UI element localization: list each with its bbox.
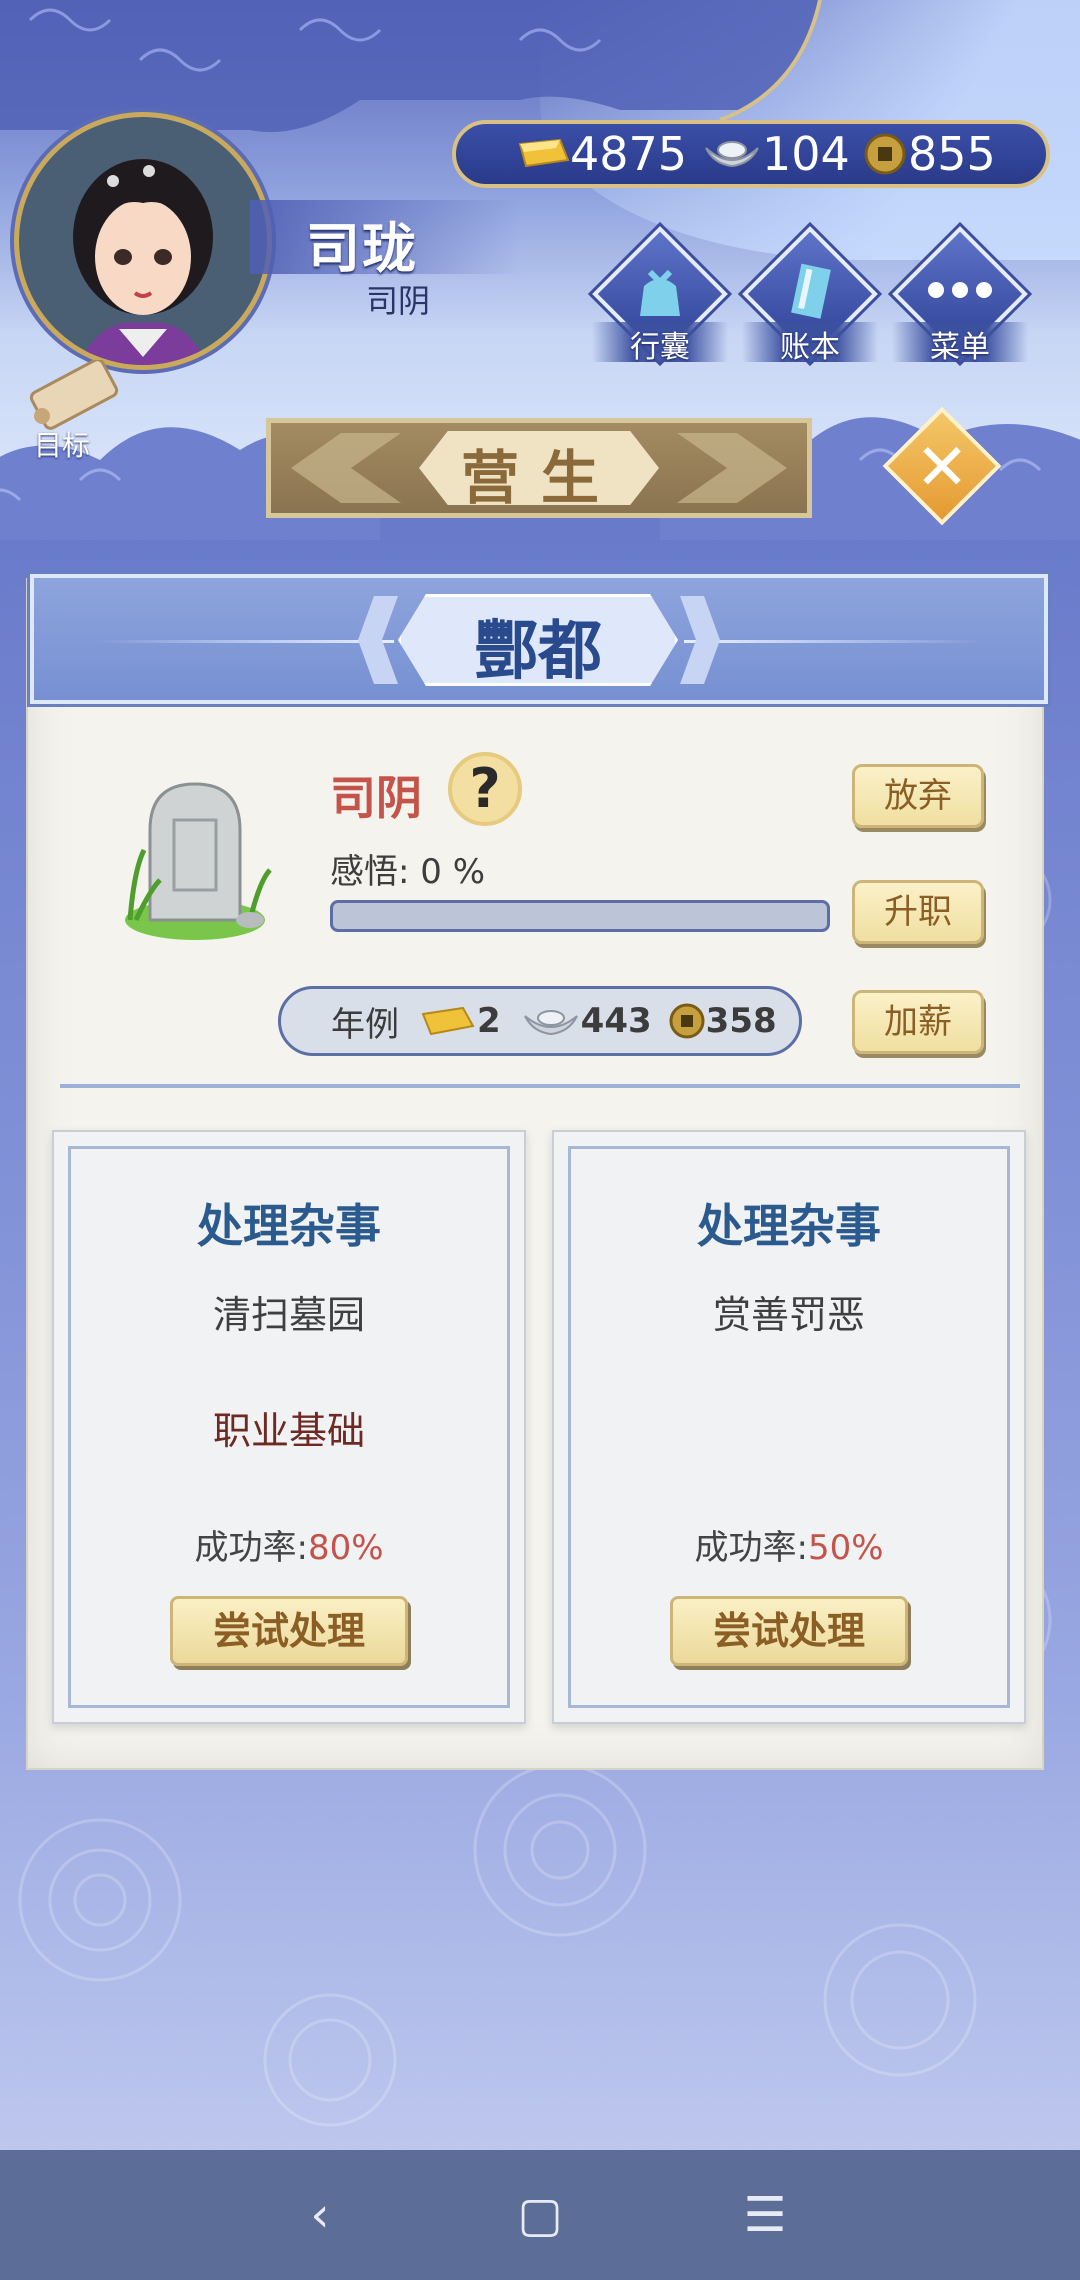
insight-progress-bar bbox=[330, 900, 830, 932]
scroll-icon bbox=[29, 360, 119, 430]
task-card: 处理杂事 赏善罚恶 成功率:50% 尝试处理 bbox=[552, 1130, 1026, 1724]
task-title: 处理杂事 bbox=[197, 1199, 381, 1253]
copper-coin-icon bbox=[669, 1003, 705, 1039]
bag-button[interactable]: 行囊 bbox=[592, 226, 728, 366]
insight-value: 0 % bbox=[420, 852, 486, 892]
header-line-right bbox=[684, 640, 984, 643]
salary-coin: 358 bbox=[705, 1001, 777, 1041]
bag-glyph-icon bbox=[640, 269, 680, 316]
rate-value: 50% bbox=[807, 1528, 884, 1568]
gold-bar-icon bbox=[518, 138, 570, 168]
tombstone-icon bbox=[110, 770, 280, 950]
rate-value: 80% bbox=[307, 1528, 384, 1568]
bag-label: 行囊 bbox=[630, 330, 690, 365]
salary-gold: 2 bbox=[477, 1001, 501, 1041]
task-card: 处理杂事 清扫墓园 职业基础 成功率:80% 尝试处理 bbox=[52, 1130, 526, 1724]
help-icon[interactable]: ? bbox=[448, 752, 522, 826]
rate-label: 成功率: bbox=[194, 1528, 308, 1568]
menu-label: 菜单 bbox=[930, 330, 990, 365]
silver-currency: 104 bbox=[702, 124, 850, 184]
job-name: 司阴 bbox=[330, 771, 422, 825]
screen-title-banner: 营生 bbox=[266, 418, 812, 518]
silver-amount: 104 bbox=[762, 127, 850, 181]
insight-label: 感悟: 0 % bbox=[330, 844, 485, 893]
salary-silver: 443 bbox=[580, 1001, 652, 1041]
task-success-rate: 成功率:50% bbox=[554, 1520, 1024, 1569]
task-requirement: 职业基础 bbox=[212, 1409, 365, 1453]
try-task-button[interactable]: 尝试处理 bbox=[170, 1596, 408, 1666]
abandon-button[interactable]: 放弃 bbox=[852, 764, 984, 828]
annual-salary: 年例 2 443 358 bbox=[278, 986, 802, 1056]
task-subtitle: 赏善罚恶 bbox=[712, 1293, 865, 1337]
gold-amount: 4875 bbox=[570, 127, 688, 181]
promote-button[interactable]: 升职 bbox=[852, 880, 984, 944]
copper-coin-icon bbox=[864, 133, 906, 175]
player-title: 司阴 bbox=[366, 282, 431, 320]
raise-salary-button[interactable]: 加薪 bbox=[852, 990, 984, 1054]
player-name: 司珑 bbox=[306, 217, 418, 280]
goal-button[interactable]: 目标 bbox=[16, 360, 119, 462]
header-line-left bbox=[94, 640, 394, 643]
section-divider bbox=[60, 1084, 1020, 1088]
goal-label: 目标 bbox=[34, 429, 91, 462]
menu-button[interactable]: 菜单 bbox=[892, 226, 1028, 366]
back-icon[interactable]: ‹ bbox=[260, 2150, 380, 2280]
player-avatar[interactable] bbox=[14, 112, 272, 370]
insight-label-text: 感悟: bbox=[330, 852, 410, 892]
ledger-label: 账本 bbox=[780, 330, 840, 365]
dots-icon bbox=[928, 282, 992, 298]
menu-icon[interactable]: ☰ bbox=[705, 2150, 825, 2280]
home-icon[interactable]: ▢ bbox=[480, 2150, 600, 2280]
rate-label: 成功率: bbox=[694, 1528, 808, 1568]
silver-ingot-icon bbox=[705, 141, 759, 168]
task-title: 处理杂事 bbox=[697, 1199, 881, 1253]
book-glyph-icon bbox=[791, 263, 831, 319]
screen-title: 营生 bbox=[460, 444, 621, 512]
try-task-button[interactable]: 尝试处理 bbox=[670, 1596, 908, 1666]
salary-label: 年例 bbox=[331, 1004, 399, 1045]
gold-currency: 4875 bbox=[510, 124, 687, 184]
close-icon: ✕ bbox=[915, 431, 969, 505]
currency-bar: 4875 104 855 bbox=[452, 120, 1050, 188]
coin-currency: 855 bbox=[862, 124, 996, 184]
location-name: 酆都 bbox=[474, 615, 602, 689]
silver-ingot-icon bbox=[523, 1010, 578, 1036]
task-subtitle: 清扫墓园 bbox=[212, 1293, 365, 1337]
ledger-button[interactable]: 账本 bbox=[742, 226, 878, 366]
task-success-rate: 成功率:80% bbox=[54, 1520, 524, 1569]
gold-bar-icon bbox=[421, 1006, 475, 1036]
coin-amount: 855 bbox=[908, 127, 996, 181]
